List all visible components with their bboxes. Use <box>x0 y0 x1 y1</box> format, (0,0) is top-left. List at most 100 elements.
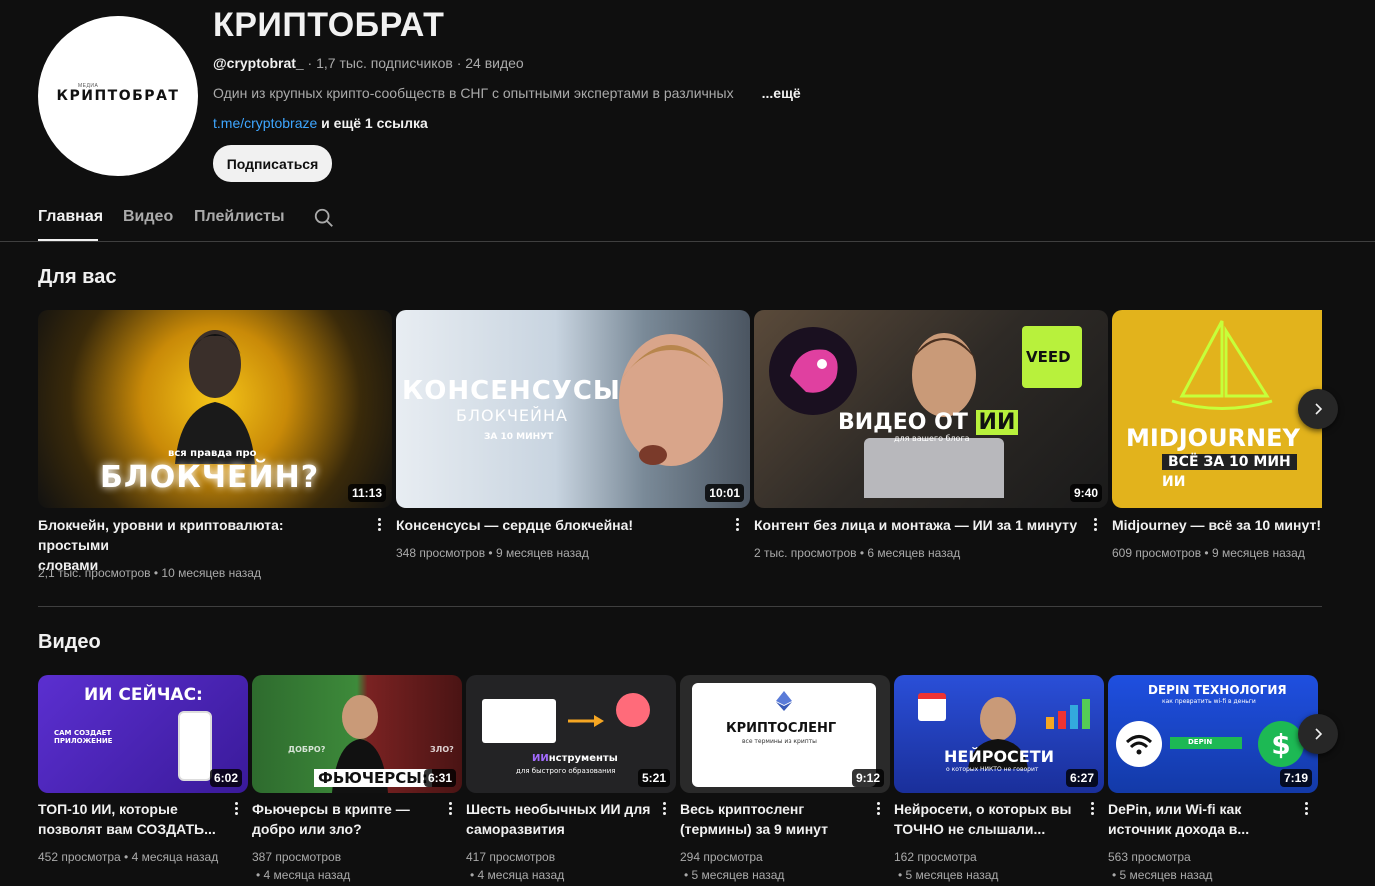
more-options-icon[interactable] <box>378 518 382 533</box>
tab-playlists[interactable]: Плейлисты <box>194 208 285 226</box>
video-thumbnail[interactable]: ИИнструменты для быстрого образования 5:… <box>466 675 676 793</box>
thumb-text-main-part: ВИДЕО ОТ <box>838 410 968 435</box>
app-logo-icon <box>769 327 857 415</box>
channel-description[interactable]: Один из крупных крипто-сообществ в СНГ с… <box>213 85 801 101</box>
person-silhouette <box>619 334 723 466</box>
thumb-text-main: DEPIN ТЕХНОЛОГИЯ <box>1148 683 1287 697</box>
more-options-icon[interactable] <box>1091 802 1095 817</box>
video-duration: 9:40 <box>1069 484 1102 502</box>
video-thumbnail[interactable]: НЕЙРОСЕТИ о которых НИКТО не говорит 6:2… <box>894 675 1104 793</box>
video-views: 563 просмотра <box>1108 850 1191 864</box>
video-title[interactable]: Нейросети, о которых вы ТОЧНО не слышали.… <box>894 799 1084 839</box>
video-title-line2: (термины) за 9 минут <box>680 821 828 837</box>
avatar-logo: КРИПТОБРАТ <box>57 88 180 104</box>
video-thumbnail[interactable]: DEPIN ТЕХНОЛОГИЯ как превратить wi-fi в … <box>1108 675 1318 793</box>
tab-home[interactable]: Главная <box>38 208 103 226</box>
video-date: • 5 месяцев назад <box>898 868 999 882</box>
video-title[interactable]: ТОП-10 ИИ, которые позволят вам СОЗДАТЬ..… <box>38 799 228 839</box>
chevron-right-icon <box>1315 403 1323 415</box>
more-options-icon[interactable] <box>449 802 453 817</box>
video-duration: 6:02 <box>209 769 242 787</box>
video-date: • 5 месяцев назад <box>684 868 785 882</box>
video-title-line1: Нейросети, о которых вы <box>894 801 1072 817</box>
veed-badge: VEED <box>1022 326 1082 388</box>
channel-meta: @cryptobrat_ · 1,7 тыс. подписчиков · 24… <box>213 55 524 71</box>
phone-image <box>178 711 212 781</box>
brain-icon <box>616 693 650 727</box>
thumb-text-highlight: ИИ <box>1162 474 1186 490</box>
bar-chart-icon <box>1046 699 1090 729</box>
video-date: • 4 месяца назад <box>470 868 565 882</box>
video-thumbnail[interactable]: КОНСЕНСУСЫ БЛОКЧЕЙНА ЗА 10 МИНУТ 10:01 <box>396 310 750 508</box>
thumb-text-sub: для вашего блога <box>894 434 970 443</box>
thumb-text-main-part: нструменты <box>548 753 618 764</box>
more-options-icon[interactable] <box>877 802 881 817</box>
video-title-line1: Блокчейн, уровни и криптовалюта: простым… <box>38 517 284 553</box>
telegram-link[interactable]: t.me/cryptobraze <box>213 115 317 131</box>
video-meta: 563 просмотра • 5 месяцев назад <box>1108 848 1308 884</box>
channel-tabs: Главная Видео Плейлисты <box>0 196 1375 242</box>
thumb-text-highlight: ИИ <box>532 753 549 764</box>
video-duration: 10:01 <box>705 484 744 502</box>
avatar-logo-small: МЕДИА <box>78 83 99 89</box>
video-title-line1: DePin, или Wi-fi как <box>1108 801 1242 817</box>
video-meta: 609 просмотров • 9 месяцев назад <box>1112 546 1305 560</box>
video-thumbnail[interactable]: ИИ СЕЙЧАС: САМ СОЗДАЕТ ПРИЛОЖЕНИЕ 6:02 <box>38 675 248 793</box>
video-title[interactable]: DePin, или Wi-fi как источник дохода в... <box>1108 799 1298 839</box>
avatar-logo-text: КРИПТОБРАТ <box>56 88 180 104</box>
more-options-icon[interactable] <box>1094 518 1098 533</box>
video-title[interactable]: Контент без лица и монтажа — ИИ за 1 мин… <box>754 515 1084 535</box>
next-arrow-button[interactable] <box>1298 389 1338 429</box>
thumb-text-sub: все термины из крипты <box>742 738 817 745</box>
video-duration: 11:13 <box>347 484 386 502</box>
tab-videos[interactable]: Видео <box>123 208 173 226</box>
channel-handle: @cryptobrat_ <box>213 55 304 71</box>
arrow-right-icon: DEPIN <box>1170 737 1242 749</box>
channel-links: t.me/cryptobraze и ещё 1 ссылка <box>213 115 428 131</box>
more-links[interactable]: и ещё 1 ссылка <box>317 115 428 131</box>
more-options-icon[interactable] <box>663 802 667 817</box>
next-arrow-button[interactable] <box>1298 714 1338 754</box>
video-thumbnail[interactable]: VEED ВИДЕО ОТ ИИ для вашего блога 9:40 <box>754 310 1108 508</box>
thumb-text-main: MIDJOURNEY <box>1126 424 1300 452</box>
thumb-text-main: БЛОКЧЕЙН? <box>100 460 320 495</box>
thumb-text-right: ЗЛО? <box>430 745 454 754</box>
video-title-line2: позволят вам СОЗДАТЬ... <box>38 821 216 837</box>
video-title[interactable]: Фьючерсы в крипте — добро или зло? <box>252 799 442 839</box>
video-thumbnail[interactable]: КРИПТОСЛЕНГ все термины из крипты 9:12 <box>680 675 890 793</box>
laptop-image <box>864 438 1004 498</box>
video-title-line2: саморазвития <box>466 821 565 837</box>
video-thumbnail[interactable]: ДОБРО? ЗЛО? ФЬЮЧЕРСЫ: 6:31 <box>252 675 462 793</box>
more-link[interactable]: ...ещё <box>762 85 801 101</box>
thumb-text-sub: САМ СОЗДАЕТ ПРИЛОЖЕНИЕ <box>54 729 113 745</box>
video-views: 162 просмотра <box>894 850 977 864</box>
video-duration: 9:12 <box>851 769 884 787</box>
more-options-icon[interactable] <box>1305 802 1309 817</box>
video-thumbnail[interactable]: вся правда про БЛОКЧЕЙН? 11:13 <box>38 310 392 508</box>
thumb-text-sub: о которых НИКТО не говорит <box>946 766 1039 773</box>
channel-avatar[interactable]: КРИПТОБРАТ <box>38 16 198 176</box>
thumb-text-main: ВИДЕО ОТ ИИ <box>838 410 1019 435</box>
video-title[interactable]: Шесть необычных ИИ для саморазвития <box>466 799 656 839</box>
video-title-line2: добро или зло? <box>252 821 362 837</box>
video-meta: 348 просмотров • 9 месяцев назад <box>396 546 589 560</box>
thumb-text-main: НЕЙРОСЕТИ <box>944 747 1055 766</box>
video-thumbnail[interactable]: MIDJOURNEY ВСЁ ЗА 10 МИН ИИ <box>1112 310 1322 508</box>
video-title[interactable]: Консенсусы — сердце блокчейна! <box>396 515 716 535</box>
more-options-icon[interactable] <box>736 518 740 533</box>
dollar-icon: $ <box>1258 721 1304 767</box>
section-divider <box>38 606 1322 607</box>
search-icon[interactable] <box>313 207 335 229</box>
more-options-icon[interactable] <box>235 802 239 817</box>
video-meta: 452 просмотра • 4 месяца назад <box>38 850 219 864</box>
veed-badge-text: VEED <box>1026 348 1071 366</box>
channel-title: КРИПТОБРАТ <box>213 6 445 44</box>
video-title[interactable]: Весь криптосленг (термины) за 9 минут <box>680 799 870 839</box>
section-title-videos: Видео <box>38 631 101 653</box>
video-title[interactable]: Midjourney — всё за 10 минут! <box>1112 515 1322 535</box>
subscribe-button[interactable]: Подписаться <box>213 145 332 182</box>
depin-label: DEPIN <box>1188 738 1213 746</box>
video-title-line1: Шесть необычных ИИ для <box>466 801 651 817</box>
video-card[interactable]: MIDJOURNEY ВСЁ ЗА 10 МИН ИИ Midjourney —… <box>1112 310 1322 570</box>
thumb-text-main: ИИ СЕЙЧАС: <box>84 685 203 705</box>
